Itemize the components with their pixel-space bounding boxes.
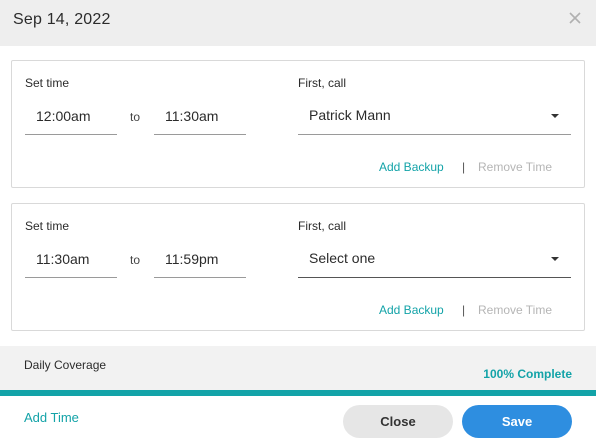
caret-down-icon <box>551 114 559 118</box>
modal-footer: Add Time Close Save <box>0 396 596 446</box>
close-icon[interactable] <box>568 11 582 25</box>
remove-time-link[interactable]: Remove Time <box>478 303 552 317</box>
add-backup-link[interactable]: Add Backup <box>379 303 444 317</box>
set-time-label: Set time <box>25 76 70 90</box>
remove-time-link[interactable]: Remove Time <box>478 160 552 174</box>
first-call-select[interactable]: Select one <box>298 240 571 278</box>
to-label: to <box>130 110 141 124</box>
action-separator: | <box>462 160 466 174</box>
caret-down-icon <box>551 257 559 261</box>
first-call-select[interactable]: Patrick Mann <box>298 97 571 135</box>
shift-card: Set time First, call 11:30am to 11:59pm … <box>11 203 585 331</box>
save-button[interactable]: Save <box>462 405 572 438</box>
first-call-label: First, call <box>298 219 346 233</box>
modal-title: Sep 14, 2022 <box>13 11 111 28</box>
first-call-value: Patrick Mann <box>309 107 391 123</box>
first-call-value: Select one <box>309 250 376 266</box>
add-time-link[interactable]: Add Time <box>24 410 79 425</box>
action-separator: | <box>462 303 466 317</box>
end-time-input[interactable]: 11:30am <box>154 97 246 135</box>
daily-coverage-label: Daily Coverage <box>24 358 107 372</box>
first-call-label: First, call <box>298 76 346 90</box>
shift-card: Set time First, call 12:00am to 11:30am … <box>11 60 585 188</box>
start-time-input[interactable]: 11:30am <box>25 240 117 278</box>
end-time-input[interactable]: 11:59pm <box>154 240 246 278</box>
coverage-status: 100% Complete <box>483 367 572 381</box>
start-time-input[interactable]: 12:00am <box>25 97 117 135</box>
close-button[interactable]: Close <box>343 405 453 438</box>
to-label: to <box>130 253 141 267</box>
set-time-label: Set time <box>25 219 70 233</box>
add-backup-link[interactable]: Add Backup <box>379 160 444 174</box>
daily-coverage-panel: Daily Coverage 100% Complete <box>0 346 596 390</box>
modal-header: Sep 14, 2022 <box>0 0 596 46</box>
